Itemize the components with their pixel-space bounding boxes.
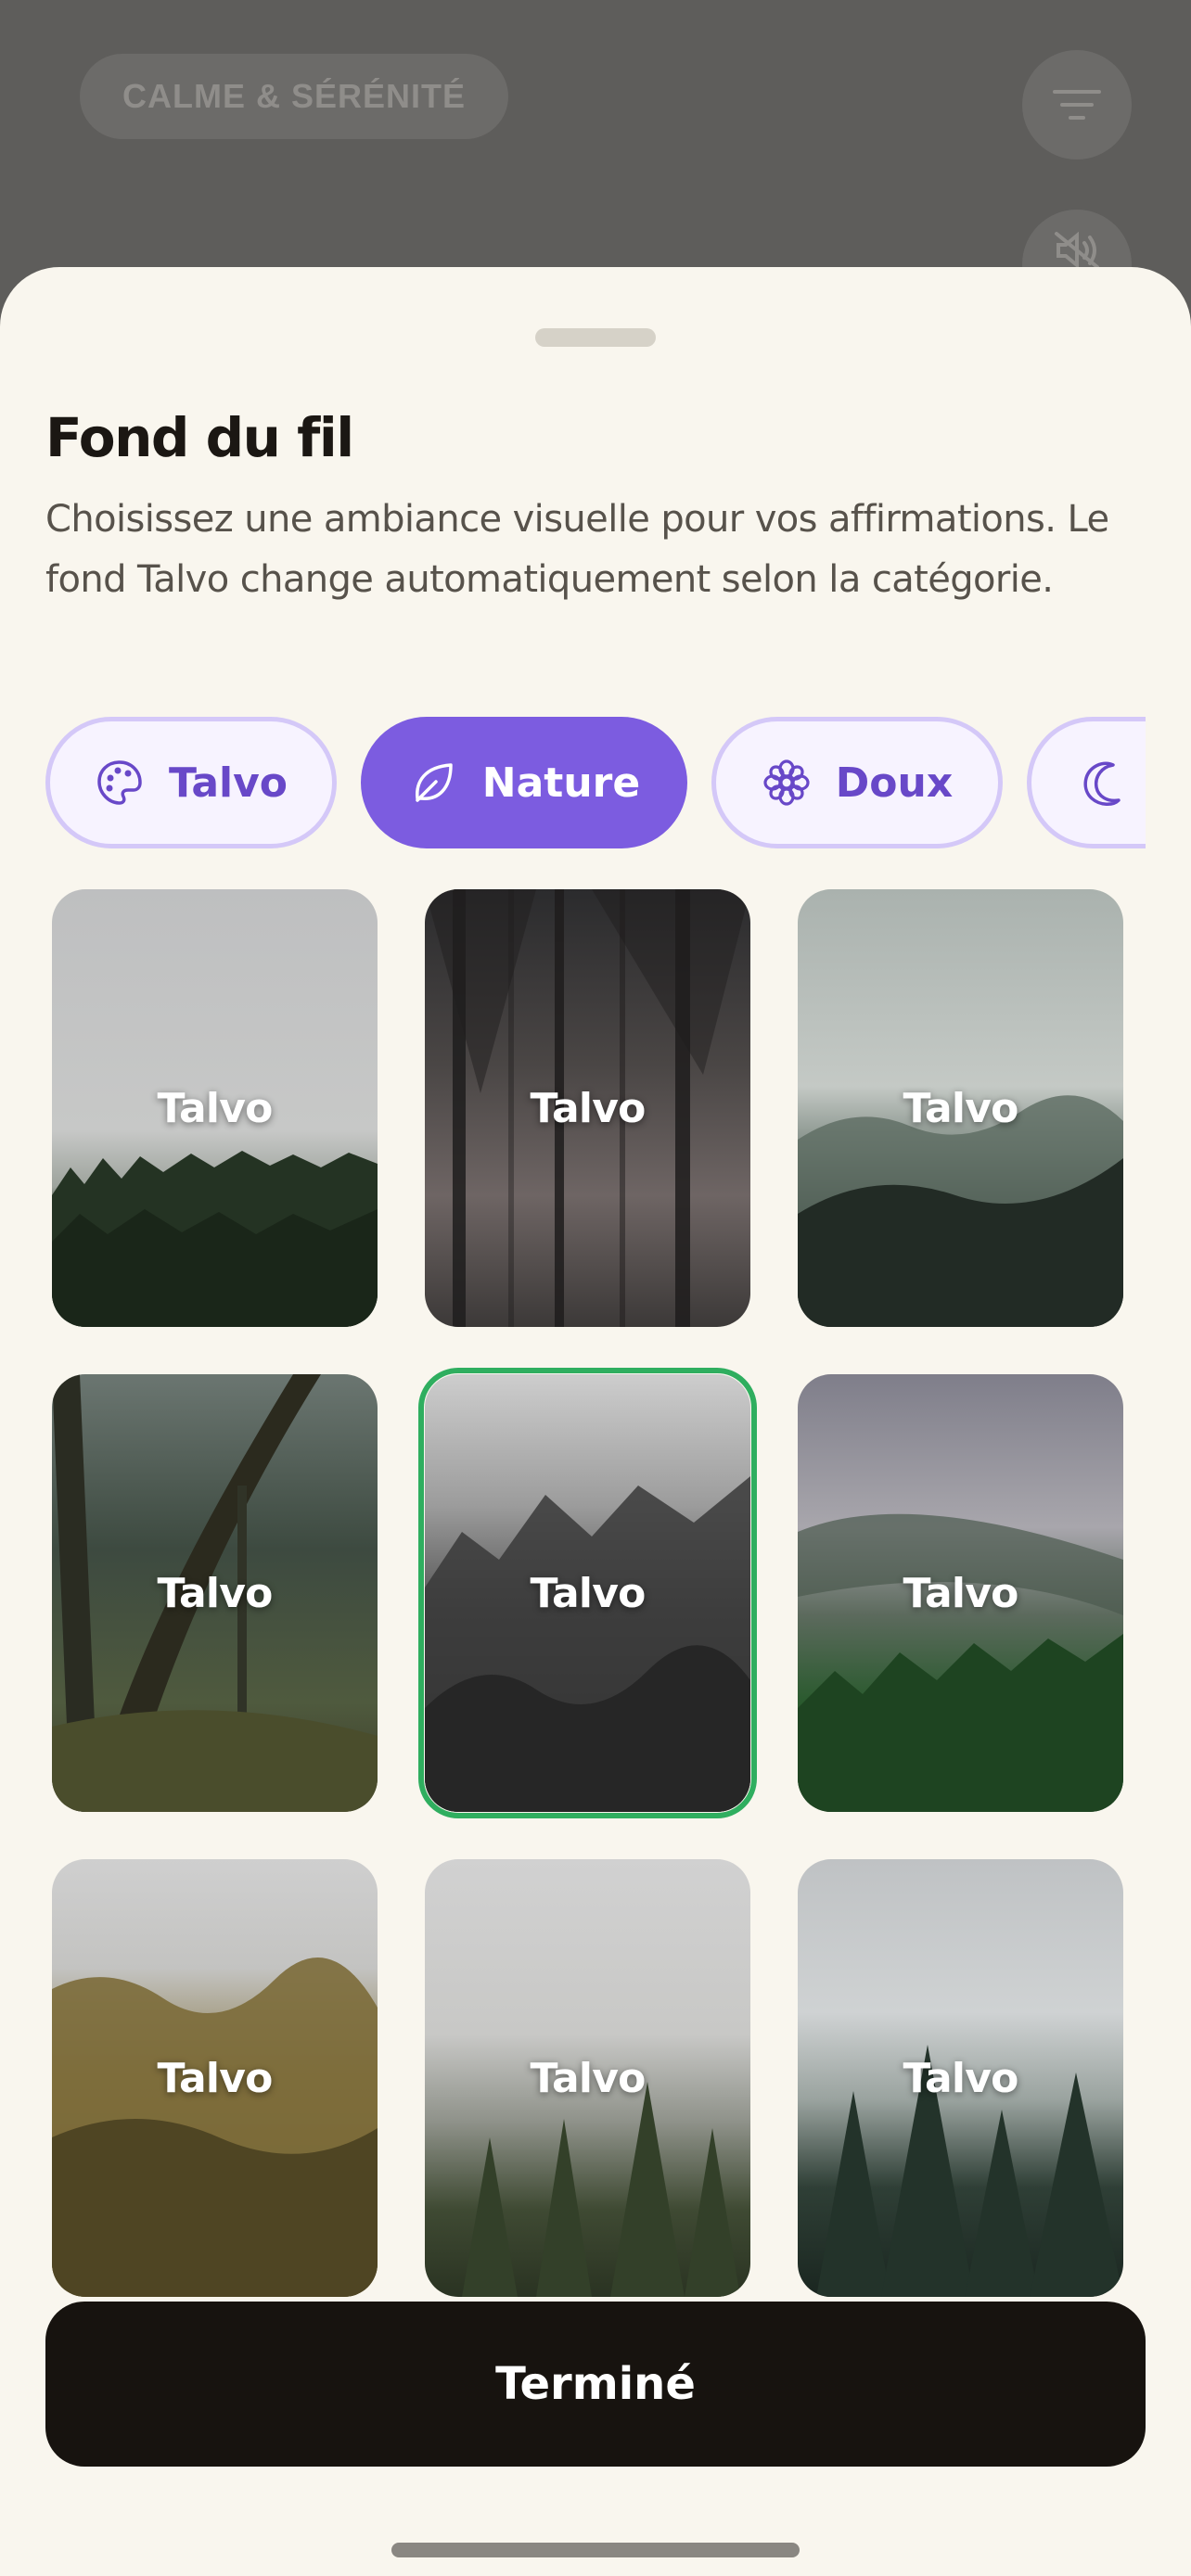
- tile-label: Talvo: [903, 1569, 1018, 1617]
- moon-icon: [1080, 758, 1130, 808]
- flower-icon: [762, 758, 812, 808]
- background-tile[interactable]: Talvo: [425, 1859, 750, 2297]
- background-tile-selected[interactable]: Talvo: [418, 1368, 757, 1818]
- sheet-handle[interactable]: [535, 328, 656, 347]
- home-indicator[interactable]: [391, 2543, 800, 2557]
- tab-label: Talvo: [168, 759, 288, 807]
- palette-icon: [95, 758, 145, 808]
- leaf-icon: [408, 758, 458, 808]
- background-grid: Talvo Talvo Talvo Talvo Talvo Talvo Talv…: [0, 875, 1191, 2533]
- sound-off-icon: [1053, 230, 1101, 271]
- sheet-title: Fond du fil: [45, 406, 354, 469]
- background-tile[interactable]: Talvo: [798, 1374, 1123, 1812]
- tab-doux[interactable]: Doux: [711, 717, 1003, 848]
- category-tabs: Talvo Nature Doux: [45, 716, 1146, 849]
- tab-talvo[interactable]: Talvo: [45, 717, 337, 848]
- tile-label: Talvo: [157, 1084, 273, 1132]
- background-tile[interactable]: Talvo: [52, 889, 378, 1327]
- filter-icon: [1051, 86, 1103, 123]
- tab-label: Doux: [835, 759, 954, 807]
- sheet-description: Choisissez une ambiance visuelle pour vo…: [45, 498, 1109, 601]
- background-tile[interactable]: Talvo: [798, 889, 1123, 1327]
- tile-label: Talvo: [157, 1569, 273, 1617]
- tile-label: Talvo: [157, 2054, 273, 2102]
- tile-label: Talvo: [903, 2054, 1018, 2102]
- category-chip[interactable]: CALME & SÉRÉNITÉ: [80, 54, 509, 139]
- tile-label: Talvo: [903, 1084, 1018, 1132]
- background-tile[interactable]: Talvo: [52, 1374, 378, 1812]
- background-picker-sheet: Fond du fil Choisissez une ambiance visu…: [0, 267, 1191, 2576]
- tab-label: Nature: [481, 759, 641, 807]
- background-tile[interactable]: Talvo: [425, 889, 750, 1327]
- tab-nature[interactable]: Nature: [361, 717, 687, 848]
- tile-label: Talvo: [530, 1084, 646, 1132]
- filter-button[interactable]: [1022, 50, 1132, 159]
- tile-label: Talvo: [530, 2054, 646, 2102]
- tile-label: Talvo: [530, 1569, 646, 1617]
- background-tile[interactable]: Talvo: [798, 1859, 1123, 2297]
- background-tile[interactable]: Talvo: [52, 1859, 378, 2297]
- tab-night[interactable]: [1027, 717, 1146, 848]
- done-button[interactable]: Terminé: [45, 2302, 1146, 2467]
